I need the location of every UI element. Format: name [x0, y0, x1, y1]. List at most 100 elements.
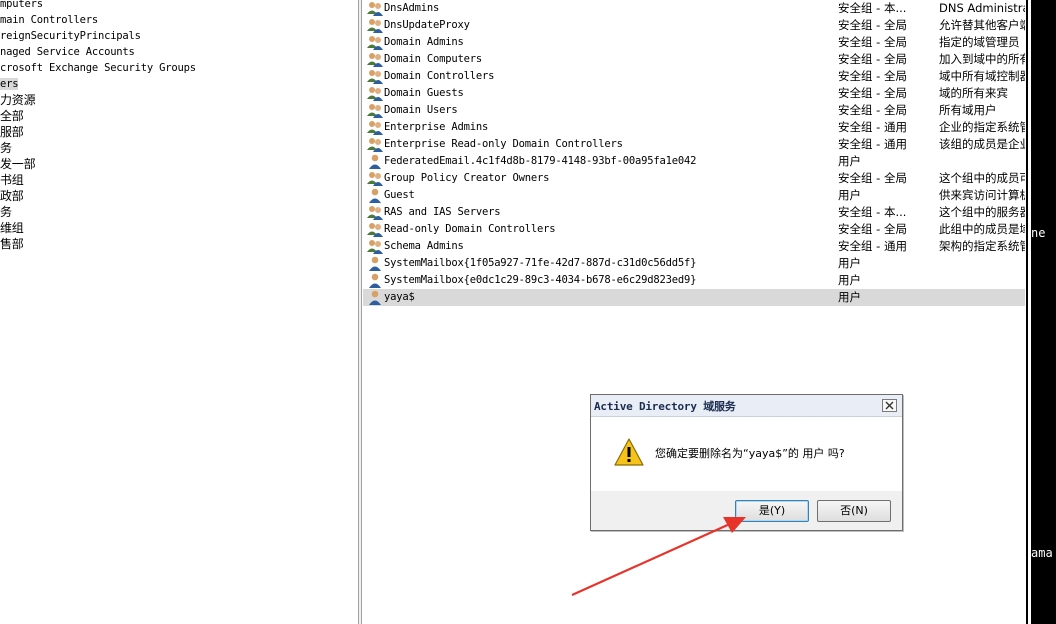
tree-item-label: crosoft Exchange Security Groups [0, 62, 196, 74]
table-row[interactable]: RAS and IAS Servers 安全组 - 本... 这个组中的服务器 [363, 204, 1025, 221]
table-row[interactable]: Read-only Domain Controllers 安全组 - 全局 此组中的… [363, 221, 1025, 238]
row-description: 所有域用户 [939, 103, 997, 117]
row-type: 用户 [838, 290, 861, 304]
row-name: Domain Admins [384, 36, 464, 48]
tree-item-label: reignSecurityPrincipals [0, 30, 141, 42]
row-type: 安全组 - 本... [838, 205, 907, 219]
group-icon [366, 34, 384, 51]
table-row[interactable]: Schema Admins 安全组 - 通用 架构的指定系统管 [363, 238, 1025, 255]
tree-item[interactable]: 务 [0, 140, 12, 156]
row-type: 安全组 - 全局 [838, 222, 907, 236]
table-row[interactable]: SystemMailbox{e0dc1c29-89c3-4034-b678-e6… [363, 272, 1025, 289]
row-type: 安全组 - 通用 [838, 239, 907, 253]
close-button[interactable] [882, 399, 897, 412]
row-name: SystemMailbox{e0dc1c29-89c3-4034-b678-e6… [384, 274, 697, 286]
close-icon [885, 401, 894, 410]
row-name: Enterprise Admins [384, 121, 489, 133]
dialog-title: Active Directory 域服务 [594, 398, 736, 414]
table-row[interactable]: Guest 用户 供来宾访问计算机 [363, 187, 1025, 204]
user-icon [366, 255, 384, 272]
tree-item[interactable]: 全部 [0, 108, 24, 124]
row-type: 安全组 - 通用 [838, 137, 907, 151]
tree-item-label: 维组 [0, 221, 24, 235]
row-name: Enterprise Read-only Domain Controllers [384, 138, 623, 150]
tree-item[interactable]: 力资源 [0, 92, 36, 108]
user-icon [366, 289, 384, 306]
dialog-title-latin: Active Directory [594, 400, 704, 413]
row-type: 安全组 - 全局 [838, 86, 907, 100]
background-window: ne ama [1031, 0, 1056, 624]
tree-item-label: 务 [0, 141, 12, 155]
table-row[interactable]: DnsUpdateProxy 安全组 - 全局 允许替其他客户端 [363, 17, 1025, 34]
pane-splitter[interactable] [358, 0, 362, 624]
background-text-top: ne [1031, 226, 1046, 240]
group-icon [366, 51, 384, 68]
table-row[interactable]: Enterprise Read-only Domain Controllers 安… [363, 136, 1025, 153]
tree-item[interactable]: main Controllers [0, 12, 98, 28]
dialog-message: 您确定要删除名为“yaya$”的 用户 吗? [655, 447, 845, 460]
tree-item-label: main Controllers [0, 14, 98, 26]
tree-item[interactable]: 发一部 [0, 156, 36, 172]
row-type: 安全组 - 本... [838, 1, 907, 15]
table-row[interactable]: yaya$ 用户 [363, 289, 1025, 306]
table-row[interactable]: FederatedEmail.4c1f4d8b-8179-4148-93bf-0… [363, 153, 1025, 170]
table-row[interactable]: Domain Controllers 安全组 - 全局 域中所有域控制器 [363, 68, 1025, 85]
tree-item[interactable]: 书组 [0, 172, 24, 188]
background-text-bottom: ama [1031, 546, 1053, 560]
background-window-strip: ne ama [1026, 0, 1056, 624]
tree-item[interactable]: 政部 [0, 188, 24, 204]
tree-pane[interactable]: mputers main Controllers reignSecurityPrin… [0, 0, 358, 624]
tree-item-label: 售部 [0, 237, 24, 251]
group-icon [366, 136, 384, 153]
row-description: DNS Administra [939, 1, 1025, 15]
row-type: 安全组 - 全局 [838, 35, 907, 49]
row-description: 此组中的成员是域 [939, 222, 1025, 236]
tree-item[interactable]: mputers [0, 0, 43, 12]
row-name: Domain Guests [384, 87, 464, 99]
table-row[interactable]: DnsAdmins 安全组 - 本... DNS Administra [363, 0, 1025, 17]
tree-item[interactable]: reignSecurityPrincipals [0, 28, 141, 44]
user-icon [366, 187, 384, 204]
row-description: 加入到域中的所有 [939, 52, 1025, 66]
row-name: Schema Admins [384, 240, 464, 252]
no-button[interactable]: 否(N) [817, 500, 891, 522]
annotation-arrow [571, 517, 746, 597]
tree-item[interactable]: 维组 [0, 220, 24, 236]
row-name: DnsAdmins [384, 2, 440, 14]
tree-item[interactable]: 售部 [0, 236, 24, 252]
table-row[interactable]: Domain Guests 安全组 - 全局 域的所有来宾 [363, 85, 1025, 102]
arrow-shaft [571, 521, 733, 597]
group-icon [366, 0, 384, 17]
tree-item-label: mputers [0, 0, 43, 10]
table-row[interactable]: Domain Admins 安全组 - 全局 指定的域管理员 [363, 34, 1025, 51]
group-icon [366, 238, 384, 255]
row-type: 用户 [838, 154, 861, 168]
tree-item-label: 政部 [0, 189, 24, 203]
tree-item[interactable]: 务 [0, 204, 12, 220]
table-row[interactable]: Enterprise Admins 安全组 - 通用 企业的指定系统管 [363, 119, 1025, 136]
row-name: Domain Computers [384, 53, 482, 65]
row-type: 用户 [838, 256, 861, 270]
row-description: 企业的指定系统管 [939, 120, 1025, 134]
group-icon [366, 85, 384, 102]
row-name: SystemMailbox{1f05a927-71fe-42d7-887d-c3… [384, 257, 697, 269]
table-row[interactable]: Domain Users 安全组 - 全局 所有域用户 [363, 102, 1025, 119]
row-type: 安全组 - 全局 [838, 171, 907, 185]
table-row[interactable]: Domain Computers 安全组 - 全局 加入到域中的所有 [363, 51, 1025, 68]
row-type: 安全组 - 全局 [838, 52, 907, 66]
row-name: yaya$ [384, 291, 415, 303]
row-name: FederatedEmail.4c1f4d8b-8179-4148-93bf-0… [384, 155, 697, 167]
tree-item-label: 力资源 [0, 93, 36, 107]
tree-item[interactable]: naged Service Accounts [0, 44, 135, 60]
table-row[interactable]: Group Policy Creator Owners 安全组 - 全局 这个组中的… [363, 170, 1025, 187]
table-row[interactable]: SystemMailbox{1f05a927-71fe-42d7-887d-c3… [363, 255, 1025, 272]
group-icon [366, 119, 384, 136]
row-description: 该组的成员是企业 [939, 137, 1025, 151]
dialog-title-cjk: 域服务 [703, 400, 736, 413]
row-name: Group Policy Creator Owners [384, 172, 550, 184]
dialog-titlebar[interactable]: Active Directory 域服务 [591, 395, 902, 417]
tree-item[interactable]: 服部 [0, 124, 24, 140]
tree-item[interactable]: crosoft Exchange Security Groups [0, 60, 196, 76]
tree-item[interactable]: ers [0, 76, 19, 92]
group-icon [366, 170, 384, 187]
